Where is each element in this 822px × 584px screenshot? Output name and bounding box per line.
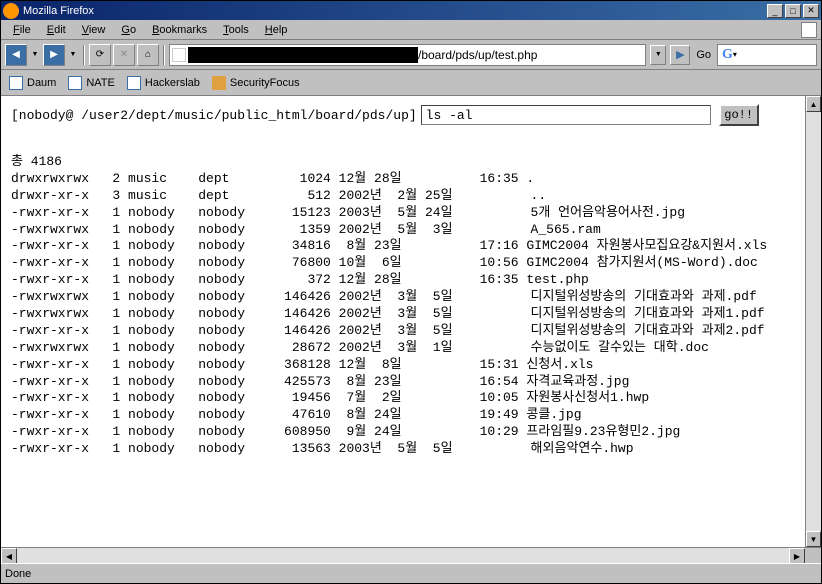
bookmark-hackerslab[interactable]: Hackerslab bbox=[127, 76, 200, 90]
url-bar[interactable]: /board/pds/up/test.php bbox=[169, 44, 646, 66]
scroll-track-h[interactable] bbox=[17, 548, 789, 563]
menu-help[interactable]: Help bbox=[257, 22, 296, 38]
url-hidden-part bbox=[188, 47, 418, 63]
page-icon bbox=[68, 76, 82, 90]
site-icon bbox=[172, 48, 186, 62]
forward-dropdown[interactable]: ▼ bbox=[67, 44, 79, 66]
home-button[interactable]: ⌂ bbox=[137, 44, 159, 66]
page-icon bbox=[212, 76, 226, 90]
scroll-right-button[interactable]: ▶ bbox=[789, 548, 805, 564]
window-title: Mozilla Firefox bbox=[23, 5, 767, 17]
execute-button[interactable]: go!! bbox=[719, 104, 759, 126]
vertical-scrollbar[interactable]: ▲ ▼ bbox=[805, 96, 821, 547]
menubar: File Edit View Go Bookmarks Tools Help bbox=[1, 20, 821, 40]
minimize-button[interactable]: _ bbox=[767, 4, 783, 18]
statusbar: Done bbox=[1, 563, 821, 583]
scroll-down-button[interactable]: ▼ bbox=[806, 531, 821, 547]
url-dropdown[interactable]: ▼ bbox=[650, 45, 666, 65]
scroll-up-button[interactable]: ▲ bbox=[806, 96, 821, 112]
close-button[interactable]: ✕ bbox=[803, 4, 819, 18]
menu-edit[interactable]: Edit bbox=[39, 22, 74, 38]
file-listing: 총 4186 drwxrwxrwx 2 music dept 1024 12월 … bbox=[11, 154, 795, 458]
bookmark-daum[interactable]: Daum bbox=[9, 76, 56, 90]
scroll-corner bbox=[805, 548, 821, 564]
forward-button[interactable]: ▶ bbox=[43, 44, 65, 66]
bookmark-nate[interactable]: NATE bbox=[68, 76, 115, 90]
page-content: [nobody@ /user2/dept/music/public_html/b… bbox=[1, 96, 805, 547]
bookmark-toolbar: Daum NATE Hackerslab SecurityFocus bbox=[1, 70, 821, 96]
stop-button[interactable]: ✕ bbox=[113, 44, 135, 66]
scroll-track[interactable] bbox=[806, 112, 821, 531]
go-label: Go bbox=[696, 49, 711, 61]
back-dropdown[interactable]: ▼ bbox=[29, 44, 41, 66]
page-icon bbox=[9, 76, 23, 90]
menu-go[interactable]: Go bbox=[113, 22, 144, 38]
reload-button[interactable]: ⟳ bbox=[89, 44, 111, 66]
menu-view[interactable]: View bbox=[74, 22, 114, 38]
horizontal-scrollbar[interactable]: ◀ ▶ bbox=[1, 547, 821, 563]
status-text: Done bbox=[5, 568, 31, 580]
search-box[interactable]: G▾ bbox=[717, 44, 817, 66]
bookmark-securityfocus[interactable]: SecurityFocus bbox=[212, 76, 300, 90]
menu-bookmarks[interactable]: Bookmarks bbox=[144, 22, 215, 38]
firefox-icon bbox=[3, 3, 19, 19]
menu-tools[interactable]: Tools bbox=[215, 22, 257, 38]
menu-file[interactable]: File bbox=[5, 22, 39, 38]
shell-prompt: [nobody@ /user2/dept/music/public_html/b… bbox=[11, 108, 417, 123]
go-button[interactable]: ▶ bbox=[670, 45, 690, 65]
scroll-left-button[interactable]: ◀ bbox=[1, 548, 17, 564]
command-input[interactable] bbox=[421, 105, 711, 125]
titlebar: Mozilla Firefox _ □ ✕ bbox=[1, 1, 821, 20]
maximize-button[interactable]: □ bbox=[785, 4, 801, 18]
google-icon: G bbox=[722, 47, 733, 63]
page-icon bbox=[127, 76, 141, 90]
throbber-icon bbox=[801, 22, 817, 38]
navigation-toolbar: ◀ ▼ ▶ ▼ ⟳ ✕ ⌂ /board/pds/up/test.php ▼ ▶… bbox=[1, 40, 821, 70]
back-button[interactable]: ◀ bbox=[5, 44, 27, 66]
url-visible: /board/pds/up/test.php bbox=[418, 48, 537, 62]
